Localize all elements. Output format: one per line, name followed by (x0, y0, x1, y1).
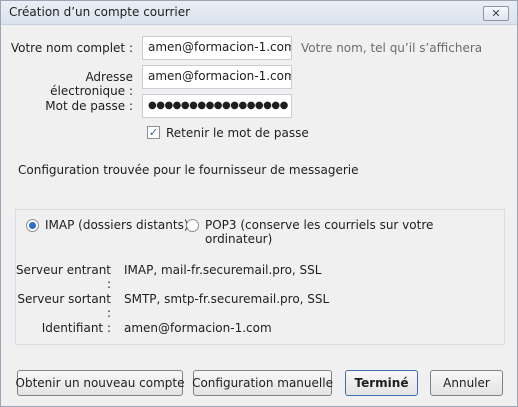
config-found-text: Configuration trouvée pour le fournisseu… (18, 163, 359, 177)
remember-password-label: Retenir le mot de passe (166, 126, 309, 140)
cancel-button[interactable]: Annuler (430, 370, 503, 396)
name-hint: Votre nom, tel qu’il s’affichera (301, 41, 483, 55)
remember-password-checkbox[interactable]: ✓ (147, 126, 160, 139)
outgoing-server-label: Serveur sortant : (17, 292, 111, 320)
incoming-server-value: IMAP, mail-fr.securemail.pro, SSL (124, 263, 322, 277)
manual-config-button[interactable]: Configuration manuelle (192, 370, 333, 396)
title-bar: Création d’un compte courrier ✕ (1, 1, 517, 25)
done-button[interactable]: Terminé (345, 370, 418, 396)
name-label: Votre nom complet : (10, 41, 133, 55)
pop3-radio[interactable] (186, 219, 199, 232)
checkmark-icon: ✓ (148, 126, 159, 139)
server-config-group: IMAP (dossiers distants) POP3 (conserve … (15, 209, 505, 345)
password-label: Mot de passe : (45, 99, 133, 113)
close-icon: ✕ (491, 7, 501, 20)
email-field[interactable]: amen@formacion-1.com (142, 65, 292, 89)
incoming-server-label: Serveur entrant : (15, 263, 111, 291)
identifier-value: amen@formacion-1.com (124, 321, 272, 335)
password-field[interactable]: ●●●●●●●●●●●●●●●●● (142, 94, 292, 118)
imap-radio[interactable] (26, 219, 39, 232)
email-label: Adresse électronique : (50, 70, 133, 98)
name-field[interactable]: amen@formacion-1.com (142, 36, 292, 60)
imap-label: IMAP (dossiers distants) (45, 218, 189, 232)
identifier-label: Identifiant : (41, 321, 111, 335)
close-button[interactable]: ✕ (483, 6, 509, 21)
new-account-button[interactable]: Obtenir un nouveau compte (16, 370, 185, 396)
outgoing-server-value: SMTP, smtp-fr.securemail.pro, SSL (124, 292, 330, 306)
window-title: Création d’un compte courrier (9, 5, 191, 19)
account-setup-dialog: Création d’un compte courrier ✕ Votre no… (0, 0, 518, 407)
pop3-label: POP3 (conserve les courriels sur votre o… (205, 218, 434, 246)
